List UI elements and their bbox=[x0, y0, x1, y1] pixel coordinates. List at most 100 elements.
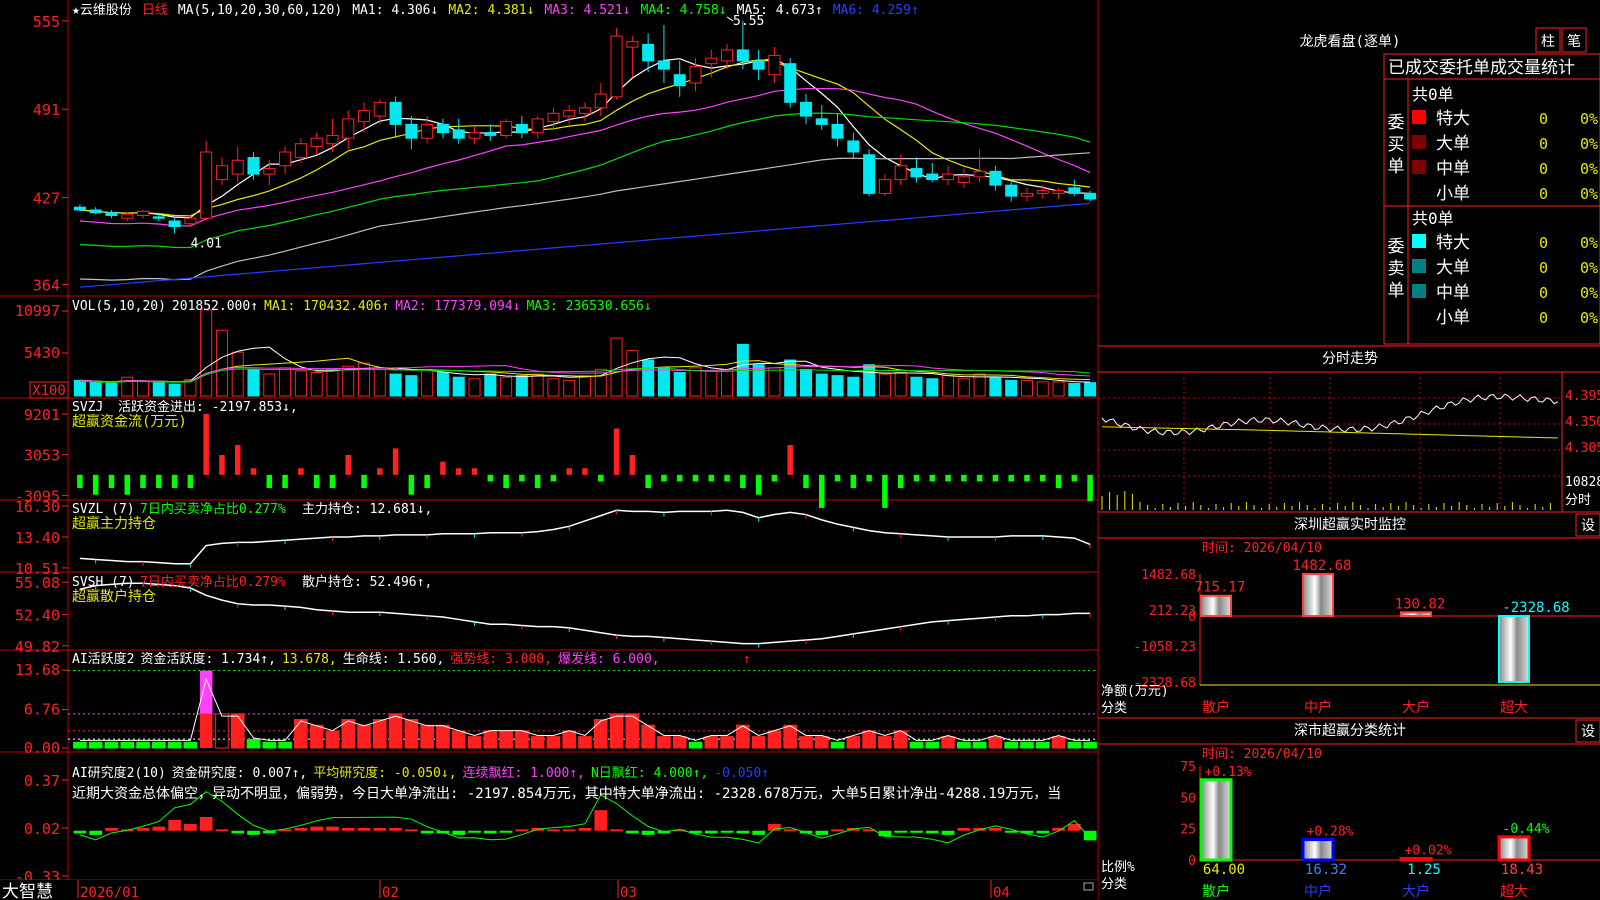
fund-flow-bar bbox=[234, 445, 241, 475]
ma2-line bbox=[79, 59, 1091, 217]
volume-bar bbox=[657, 367, 670, 397]
fund-flow-bar bbox=[866, 474, 872, 482]
ai-activity-bar bbox=[1067, 741, 1082, 749]
candle-body bbox=[563, 110, 576, 117]
ai2-tick-label: 0.37 bbox=[24, 772, 60, 790]
candle-body bbox=[863, 154, 876, 194]
sz-ratio-bar bbox=[1199, 778, 1233, 862]
sz-ratio-bar bbox=[1497, 835, 1531, 862]
ai-activity-bar bbox=[1051, 736, 1066, 749]
volume-bar bbox=[484, 373, 497, 397]
ai-tick-label: 13.68 bbox=[15, 661, 60, 679]
ai-research-bar bbox=[468, 830, 481, 833]
candle-body bbox=[137, 210, 150, 216]
lhb-legend-swatch bbox=[1412, 259, 1426, 273]
volume-bar bbox=[784, 359, 797, 397]
volume-bar bbox=[705, 370, 718, 397]
sz-monitor-category: 中户 bbox=[1304, 699, 1332, 716]
volume-bar bbox=[689, 367, 702, 397]
lhb-row-value: 0 bbox=[1539, 234, 1548, 252]
sz-ratio-change: +0.02% bbox=[1405, 843, 1452, 858]
svsh-tick-label: 55.08 bbox=[15, 574, 60, 592]
svzj-subtitle: 超赢资金流(万元) bbox=[72, 413, 187, 430]
candle-body bbox=[279, 151, 292, 167]
volume-bar bbox=[531, 373, 544, 397]
ai-activity-bar bbox=[562, 730, 577, 749]
ai-activity-bar bbox=[814, 736, 829, 749]
ai-research-bar bbox=[184, 823, 197, 831]
lhb-legend-swatch bbox=[1412, 234, 1426, 248]
sz-monitor-settings-label: 设 bbox=[1581, 518, 1595, 534]
volume-bar bbox=[389, 373, 402, 397]
ai2-avg-value: 平均研究度: -0.050↓, bbox=[313, 765, 456, 781]
ai2-consec-red: 连续飘红: 1.000↑, bbox=[463, 765, 585, 781]
lhb-row-percent: 0% bbox=[1580, 309, 1598, 327]
sz-class-title: 深市超赢分类统计 bbox=[1294, 722, 1406, 739]
ai2-research-value: 资金研究度: 0.007↑, bbox=[172, 765, 307, 781]
lhb-legend-swatch bbox=[1412, 135, 1426, 149]
volume-bar bbox=[957, 378, 970, 397]
ai-research-bar bbox=[310, 826, 323, 831]
sz-monitor-time: 时间: 2026/04/10 bbox=[1202, 541, 1322, 556]
fund-flow-bar bbox=[1008, 474, 1014, 482]
lhb-buy-total: 共0单 bbox=[1412, 85, 1454, 104]
ai-activity-bar bbox=[751, 736, 766, 749]
fund-flow-bar bbox=[313, 474, 320, 489]
ai-research-bar bbox=[752, 830, 765, 835]
ai-activity-bar bbox=[957, 741, 971, 749]
volume-bar bbox=[642, 359, 655, 397]
fund-flow-bar bbox=[771, 474, 778, 482]
lhb-legend-swatch bbox=[1412, 185, 1426, 199]
fund-flow-bar bbox=[850, 474, 857, 489]
volume-bar bbox=[847, 376, 860, 397]
fund-flow-bar bbox=[203, 413, 209, 475]
ai-research-bar bbox=[783, 829, 797, 832]
lhb-row-name: 大单 bbox=[1436, 134, 1470, 154]
ma-header: MA(5,10,20,30,60,120) bbox=[178, 3, 342, 18]
svsh-tick-label: 52.40 bbox=[15, 607, 60, 625]
lhb-row-percent: 0% bbox=[1580, 259, 1598, 277]
fund-flow-bar bbox=[882, 474, 888, 508]
fund-flow-bar bbox=[629, 455, 636, 475]
sz-ratio-change: -0.44% bbox=[1503, 822, 1550, 837]
ai-research-bar bbox=[562, 829, 576, 832]
lhb-row-value: 0 bbox=[1539, 160, 1548, 178]
date-label: 2026/01 bbox=[80, 885, 139, 900]
volume-bar bbox=[989, 376, 1002, 397]
candle-body bbox=[957, 176, 970, 183]
lhb-legend-swatch bbox=[1412, 309, 1426, 323]
candle-body bbox=[768, 54, 781, 76]
candle-body bbox=[326, 134, 339, 145]
volume-bar bbox=[626, 350, 639, 397]
ai-activity-2: 13.678, bbox=[282, 652, 337, 667]
volume-bar bbox=[768, 367, 781, 397]
ai-activity-bar bbox=[657, 736, 671, 749]
svsh-line bbox=[79, 582, 1091, 645]
volume-bar bbox=[247, 368, 260, 397]
svsh-subtitle: 超赢散户持仓 bbox=[72, 588, 156, 605]
candle-body bbox=[926, 173, 939, 181]
ai-activity-bar bbox=[183, 741, 198, 749]
ai-research-bar bbox=[594, 810, 608, 831]
ai-research-bar bbox=[720, 830, 734, 833]
volume-bar bbox=[231, 351, 244, 397]
volume-bar bbox=[73, 379, 86, 397]
lhb-row-value: 0 bbox=[1539, 185, 1548, 203]
ai-activity-bar bbox=[546, 736, 561, 749]
sz-ratio-value: 1.25 bbox=[1407, 862, 1441, 878]
fund-flow-bar bbox=[1071, 474, 1078, 482]
ai-research-bar bbox=[1036, 830, 1050, 834]
svsh-value: 散户持仓: 52.496↑, bbox=[302, 574, 432, 590]
candle-body bbox=[578, 107, 592, 114]
fund-flow-bar bbox=[1039, 474, 1046, 482]
ai-activity-bar bbox=[530, 736, 545, 749]
volume-bar bbox=[200, 309, 213, 397]
fund-flow-bar bbox=[471, 468, 478, 475]
volume-bar bbox=[279, 367, 292, 397]
lhb-sell-label-char: 委 bbox=[1388, 237, 1405, 257]
ai-activity-bar bbox=[988, 736, 1003, 749]
candle-body bbox=[1036, 190, 1049, 194]
candle-body bbox=[500, 121, 513, 136]
sz-class-ylabel: 比例% bbox=[1101, 860, 1135, 875]
ai-research-bar bbox=[105, 828, 118, 831]
